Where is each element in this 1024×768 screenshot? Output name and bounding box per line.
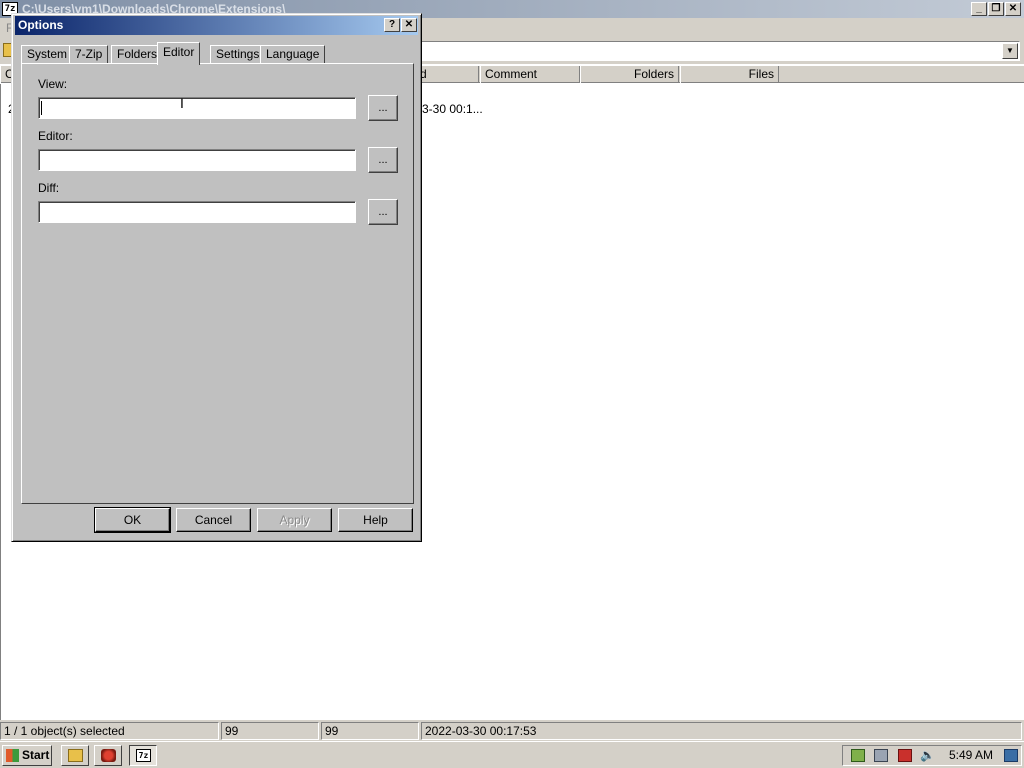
view-program-input[interactable]: [38, 97, 356, 119]
text-caret: [41, 101, 42, 115]
quick-launch-app[interactable]: [94, 745, 122, 766]
clock[interactable]: 5:49 AM: [949, 748, 993, 762]
status-packed-size: 99: [321, 722, 419, 740]
view-browse-button[interactable]: ...: [368, 95, 398, 121]
tray-update-icon[interactable]: [851, 749, 865, 762]
explorer-folder-icon: [68, 749, 83, 762]
list-item-modified-partial[interactable]: 3-30 00:1...: [422, 102, 483, 116]
column-header-modified[interactable]: d: [415, 66, 479, 83]
diff-browse-button[interactable]: ...: [368, 199, 398, 225]
tab-7zip[interactable]: 7-Zip: [69, 45, 109, 64]
editor-label: Editor:: [38, 129, 73, 143]
column-header-comment[interactable]: Comment: [480, 66, 580, 83]
diff-program-input[interactable]: [38, 201, 356, 223]
app-launcher-icon: [101, 749, 116, 762]
editor-browse-button[interactable]: ...: [368, 147, 398, 173]
tab-system[interactable]: System: [21, 45, 74, 64]
ibeam-cursor-icon: I: [180, 95, 184, 111]
status-size: 99: [221, 722, 319, 740]
apply-button: Apply: [257, 508, 332, 532]
options-dialog-title: Options: [18, 18, 64, 32]
windows-flag-icon: [6, 749, 19, 762]
address-bar-combo[interactable]: ▼: [418, 41, 1020, 61]
taskbar-7zip-window[interactable]: 7z: [129, 745, 157, 766]
editor-tab-panel: View: ... Editor: ... Diff: ...: [21, 63, 414, 504]
column-header-files[interactable]: Files: [680, 66, 779, 83]
tab-settings[interactable]: Settings: [210, 45, 266, 64]
close-icon[interactable]: ✕: [401, 18, 417, 32]
tab-language[interactable]: Language: [260, 45, 326, 64]
start-button[interactable]: Start: [2, 745, 52, 766]
tray-security-icon[interactable]: [898, 749, 912, 762]
close-icon[interactable]: ✕: [1005, 2, 1021, 16]
help-icon[interactable]: ?: [384, 18, 400, 32]
options-dialog-titlebar[interactable]: Options ? ✕: [15, 16, 418, 35]
minimize-icon[interactable]: _: [971, 2, 987, 16]
system-tray: 🔈 5:49 AM: [842, 745, 1022, 766]
tab-editor[interactable]: Editor: [157, 42, 201, 65]
status-bar: 1 / 1 object(s) selected 99 99 2022-03-3…: [0, 720, 1024, 741]
chevron-down-icon[interactable]: ▼: [1002, 43, 1018, 59]
options-dialog: Options ? ✕ System 7-Zip Folders Editor …: [11, 13, 422, 542]
editor-program-input[interactable]: [38, 149, 356, 171]
help-button[interactable]: Help: [338, 508, 413, 532]
restore-icon[interactable]: ❐: [988, 2, 1004, 16]
start-label: Start: [22, 748, 50, 762]
cancel-button[interactable]: Cancel: [176, 508, 251, 532]
quick-launch-explorer[interactable]: [61, 745, 89, 766]
7zip-taskbar-icon: 7z: [136, 749, 151, 762]
status-modified: 2022-03-30 00:17:53: [421, 722, 1022, 740]
column-header-folders[interactable]: Folders: [580, 66, 679, 83]
tray-volume-icon[interactable]: 🔈: [920, 749, 935, 762]
diff-label: Diff:: [38, 181, 60, 195]
options-tab-strip: System 7-Zip Folders Editor Settings Lan…: [21, 42, 411, 65]
show-desktop-icon[interactable]: [1004, 749, 1018, 762]
view-label: View:: [38, 77, 68, 91]
tray-network-icon[interactable]: [874, 749, 888, 762]
tab-folders[interactable]: Folders: [111, 45, 164, 64]
status-selection: 1 / 1 object(s) selected: [0, 722, 219, 740]
taskbar: Start 7z 🔈 5:49 AM: [0, 741, 1024, 768]
ok-button[interactable]: OK: [94, 507, 171, 533]
